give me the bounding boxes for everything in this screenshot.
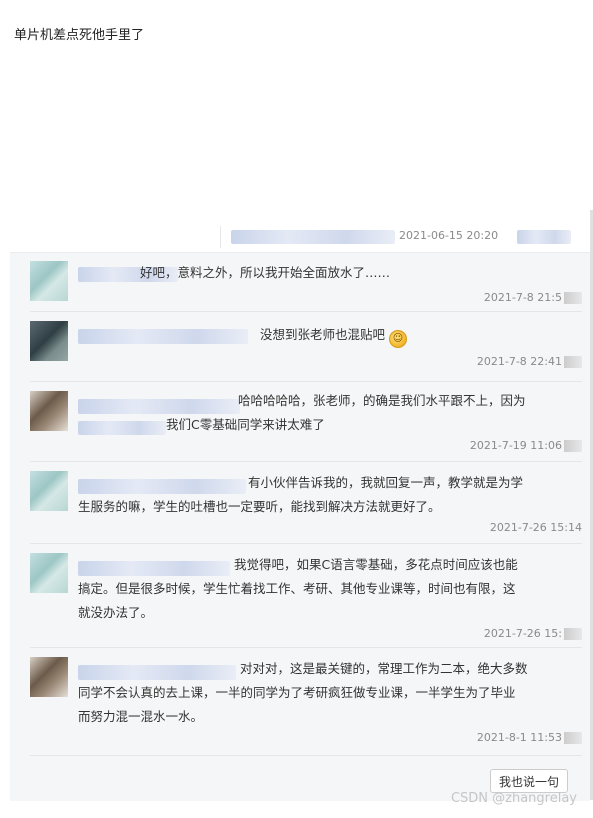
blurred-time-suffix bbox=[564, 356, 582, 368]
comment-time: 2021-7-19 11:06 bbox=[470, 439, 582, 452]
blurred-time-suffix bbox=[564, 440, 582, 452]
post-title: 单片机差点死他手里了 bbox=[14, 28, 145, 43]
blurred-username[interactable] bbox=[78, 561, 230, 576]
avatar[interactable] bbox=[30, 321, 68, 361]
blurred-time-suffix bbox=[564, 292, 582, 304]
comment-item: 我觉得吧，如果C语言零基础，多花点时间应该也能 搞定。但是很多时候，学生忙着找工… bbox=[30, 543, 582, 648]
comment-time: 2021-7-26 15: bbox=[484, 627, 582, 640]
comment-line: 哈哈哈哈哈，张老师，的确是我们水平跟不上，因为 bbox=[238, 393, 526, 408]
comment-line: 我们C零基础同学来讲太难了 bbox=[166, 417, 325, 432]
blurred-username bbox=[231, 230, 395, 244]
blurred-username[interactable] bbox=[78, 329, 248, 344]
comment-item: 对对对，这是最关键的，常理工作为二本，绝大多数 同学不会认真的去上课，一半的同学… bbox=[30, 647, 582, 756]
comment-text: 生服务的嘛，学生的吐槽也一定要听，能找到解决方法就更好了。 bbox=[78, 495, 441, 519]
blurred-time-suffix bbox=[564, 628, 582, 640]
comment-line: 没想到张老师也混贴吧 bbox=[260, 327, 386, 342]
avatar[interactable] bbox=[30, 553, 68, 593]
comment-time: 2021-8-1 11:53 bbox=[477, 731, 582, 744]
comment-text: 我觉得吧，如果C语言零基础，多花点时间应该也能 bbox=[234, 553, 518, 577]
comment-time: 2021-7-26 15:14 bbox=[490, 521, 582, 534]
comment-text: 同学不会认真的去上课，一半的同学为了考研疯狂做专业课，一半学生为了毕业 bbox=[78, 681, 516, 705]
blurred-action bbox=[517, 230, 571, 244]
comment-time-text: 2021-7-8 21:5 bbox=[483, 291, 562, 304]
comment-line: 搞定。但是很多时候，学生忙着找工作、考研、其他专业课等，时间也有限，这 bbox=[78, 581, 516, 596]
avatar[interactable] bbox=[30, 261, 68, 301]
comment-item: 哈哈哈哈哈，张老师，的确是我们水平跟不上，因为 我们C零基础同学来讲太难了 20… bbox=[30, 381, 582, 462]
avatar[interactable] bbox=[30, 391, 68, 431]
comment-text: 而努力混一混水一水。 bbox=[78, 705, 203, 729]
comment-line: 而努力混一混水一水。 bbox=[78, 709, 204, 724]
comment-item: 没想到张老师也混贴吧 ☺ 2021-7-8 22:41 bbox=[30, 311, 582, 382]
comment-line: 有小伙伴告诉我的，我就回复一声，教学就是为学 bbox=[248, 475, 524, 490]
comment-line: 就没办法了。 bbox=[78, 605, 154, 620]
blurred-time-suffix bbox=[564, 732, 582, 744]
original-post-meta: 2021-06-15 20:20 bbox=[220, 226, 593, 248]
reply-button[interactable]: 我也说一句 bbox=[489, 769, 568, 793]
comment-time: 2021-7-8 22:41 bbox=[477, 355, 582, 368]
comment-time-text: 2021-7-19 11:06 bbox=[469, 439, 562, 452]
comment-text: 搞定。但是很多时候，学生忙着找工作、考研、其他专业课等，时间也有限，这 bbox=[78, 577, 516, 601]
comment-text: 没想到张老师也混贴吧 ☺ bbox=[260, 323, 407, 348]
smile-emoji-icon: ☺ bbox=[389, 330, 407, 348]
blurred-text-fragment bbox=[78, 421, 166, 435]
avatar[interactable] bbox=[30, 471, 68, 511]
avatar[interactable] bbox=[30, 657, 68, 697]
comment-text: 我们C零基础同学来讲太难了 bbox=[166, 413, 325, 437]
comment-item: 好吧，意料之外，所以我开始全面放水了…… 2021-7-8 21:5 bbox=[30, 253, 582, 312]
comment-line: 对对对，这是最关键的，常理工作为二本，绝大多数 bbox=[240, 661, 528, 676]
comment-line: 同学不会认真的去上课，一半的同学为了考研疯狂做专业课，一半学生为了毕业 bbox=[78, 685, 516, 700]
comment-time-text: 2021-7-26 15: bbox=[483, 627, 562, 640]
comment-text: 好吧，意料之外，所以我开始全面放水了…… bbox=[140, 261, 390, 285]
comment-time-text: 2021-8-1 11:53 bbox=[476, 731, 562, 744]
comment-text: 有小伙伴告诉我的，我就回复一声，教学就是为学 bbox=[248, 471, 523, 495]
comment-panel: 好吧，意料之外，所以我开始全面放水了…… 2021-7-8 21:5 没想到张老… bbox=[10, 252, 590, 801]
post-date: 2021-06-15 20:20 bbox=[399, 229, 499, 242]
blurred-username[interactable] bbox=[78, 399, 240, 414]
comment-line: 生服务的嘛，学生的吐槽也一定要听，能找到解决方法就更好了。 bbox=[78, 499, 441, 514]
comment-item: 有小伙伴告诉我的，我就回复一声，教学就是为学 生服务的嘛，学生的吐槽也一定要听，… bbox=[30, 461, 582, 544]
blurred-username[interactable] bbox=[78, 665, 236, 680]
blurred-username[interactable] bbox=[78, 479, 246, 494]
comment-text: 对对对，这是最关键的，常理工作为二本，绝大多数 bbox=[240, 657, 528, 681]
comment-line: 好吧，意料之外，所以我开始全面放水了…… bbox=[140, 265, 391, 280]
comment-text: 哈哈哈哈哈，张老师，的确是我们水平跟不上，因为 bbox=[238, 389, 526, 413]
comment-line: 我觉得吧，如果C语言零基础，多花点时间应该也能 bbox=[234, 557, 518, 572]
comment-time-text: 2021-7-8 22:41 bbox=[476, 355, 562, 368]
watermark: CSDN @zhangrelay bbox=[450, 791, 577, 806]
comment-time: 2021-7-8 21:5 bbox=[484, 291, 582, 304]
comment-text: 就没办法了。 bbox=[78, 601, 153, 625]
comment-time-text: 2021-7-26 15:14 bbox=[489, 521, 582, 534]
